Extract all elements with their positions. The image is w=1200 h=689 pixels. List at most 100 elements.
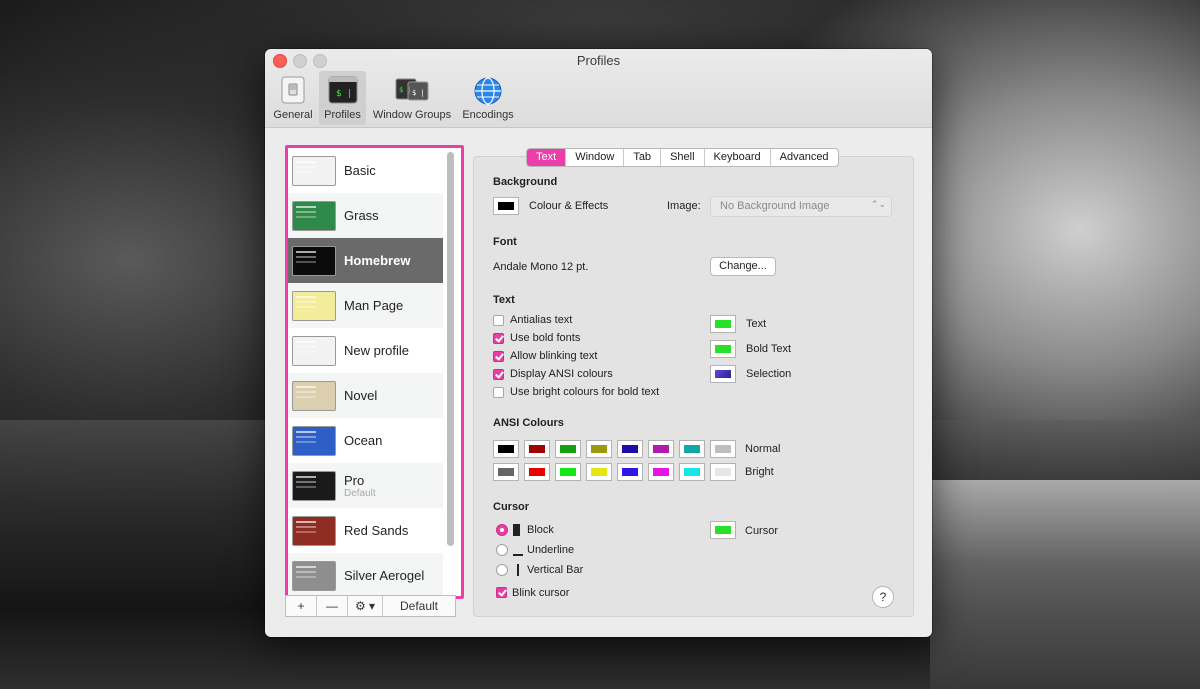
profile-thumbnail: [292, 515, 336, 546]
ansi-header: ANSI Colours: [493, 417, 564, 429]
tab-window[interactable]: Window: [566, 149, 625, 166]
vertical-bar-cursor-icon: [517, 564, 519, 576]
svg-text:$ |: $ |: [412, 89, 425, 97]
toolbar-encodings[interactable]: Encodings: [458, 71, 518, 125]
ansi-normal-color-well[interactable]: [555, 440, 581, 458]
block-cursor-icon: [513, 524, 520, 536]
bold-fonts-label: Use bold fonts: [510, 332, 581, 344]
font-value: Andale Mono 12 pt.: [493, 261, 589, 273]
profile-thumbnail: [292, 560, 336, 591]
ansi-bright-label: Bright: [745, 466, 774, 478]
profile-row[interactable]: Pro Default: [288, 463, 443, 508]
ansi-normal-color-well[interactable]: [524, 440, 550, 458]
toolbar-general[interactable]: General: [271, 71, 315, 125]
svg-text:$ |: $ |: [399, 86, 412, 94]
updown-chevron-icon: ⌃⌄: [870, 199, 886, 209]
profile-list[interactable]: Basic Grass Homebrew Man Page New profil…: [285, 145, 464, 599]
ansi-normal-label: Normal: [745, 443, 781, 455]
ansi-normal-color-well[interactable]: [493, 440, 519, 458]
background-header: Background: [493, 176, 558, 188]
ansi-normal-color-well[interactable]: [617, 440, 643, 458]
profiles-window: Profiles General $ | Profiles $ | $ | Wi…: [265, 49, 932, 637]
profile-row[interactable]: Basic: [288, 148, 443, 193]
tab-tab[interactable]: Tab: [624, 149, 662, 166]
ansi-bright-color-well[interactable]: [679, 463, 705, 481]
profile-default-badge: Default: [344, 487, 376, 499]
profile-row[interactable]: Ocean: [288, 418, 443, 463]
image-label: Image:: [667, 200, 701, 212]
ansi-bright-color-well[interactable]: [524, 463, 550, 481]
profile-thumbnail: [292, 425, 336, 456]
remove-profile-button[interactable]: —: [317, 596, 348, 616]
cursor-block-radio[interactable]: [496, 524, 508, 536]
blink-cursor-checkbox[interactable]: [496, 587, 507, 598]
text-color-label: Text: [746, 318, 767, 330]
text-header: Text: [493, 294, 515, 306]
text-color-well[interactable]: [710, 315, 736, 333]
help-button[interactable]: ?: [872, 586, 894, 608]
selection-color-well[interactable]: [710, 365, 736, 383]
bright-colours-label: Use bright colours for bold text: [510, 386, 660, 398]
ansi-bright-color-well[interactable]: [555, 463, 581, 481]
settings-tabs: Text Window Tab Shell Keyboard Advanced: [526, 148, 839, 167]
profile-row[interactable]: Novel: [288, 373, 443, 418]
blink-cursor-label: Blink cursor: [512, 587, 570, 599]
list-scrollbar[interactable]: [447, 152, 454, 546]
blinking-text-label: Allow blinking text: [510, 350, 598, 362]
profile-row-selected[interactable]: Homebrew: [288, 238, 443, 283]
toolbar-window-groups[interactable]: $ | $ | Window Groups: [369, 71, 455, 125]
bright-colours-checkbox[interactable]: [493, 387, 504, 398]
ansi-normal-color-well[interactable]: [679, 440, 705, 458]
ansi-normal-color-well[interactable]: [710, 440, 736, 458]
cursor-header: Cursor: [493, 501, 530, 513]
gear-menu-button[interactable]: ⚙ ▾: [348, 596, 383, 616]
profile-row[interactable]: New profile: [288, 328, 443, 373]
antialias-checkbox[interactable]: [493, 315, 504, 326]
ansi-normal-color-well[interactable]: [648, 440, 674, 458]
tab-shell[interactable]: Shell: [661, 149, 705, 166]
profile-row[interactable]: Grass: [288, 193, 443, 238]
tab-advanced[interactable]: Advanced: [771, 149, 838, 166]
background-image-popup[interactable]: No Background Image ⌃⌄: [710, 196, 892, 217]
default-button[interactable]: Default: [383, 596, 455, 616]
bold-fonts-checkbox[interactable]: [493, 333, 504, 344]
add-profile-button[interactable]: +: [286, 596, 317, 616]
profile-thumbnail: [292, 380, 336, 411]
profile-row[interactable]: Red Sands: [288, 508, 443, 553]
cursor-color-well[interactable]: [710, 521, 736, 539]
bold-text-color-well[interactable]: [710, 340, 736, 358]
switch-icon: [281, 76, 305, 104]
profile-thumbnail: [292, 335, 336, 366]
globe-icon: [474, 77, 502, 105]
font-header: Font: [493, 236, 517, 248]
ansi-bright-color-well[interactable]: [493, 463, 519, 481]
svg-text:$ |: $ |: [336, 89, 352, 99]
ansi-normal-color-well[interactable]: [586, 440, 612, 458]
tab-keyboard[interactable]: Keyboard: [705, 149, 771, 166]
profile-row[interactable]: Man Page: [288, 283, 443, 328]
profile-row[interactable]: Silver Aerogel: [288, 553, 443, 596]
ansi-bright-color-well[interactable]: [710, 463, 736, 481]
cursor-underline-radio[interactable]: [496, 544, 508, 556]
cursor-block-label: Block: [527, 524, 554, 536]
background-color-well[interactable]: [493, 197, 519, 215]
ansi-colours-label: Display ANSI colours: [510, 368, 613, 380]
cursor-vertical-bar-radio[interactable]: [496, 564, 508, 576]
bold-text-color-label: Bold Text: [746, 343, 792, 355]
profile-list-buttons: + — ⚙ ▾ Default: [285, 595, 456, 617]
cursor-underline-label: Underline: [527, 544, 575, 556]
toolbar-profiles[interactable]: $ | Profiles: [319, 71, 366, 125]
ansi-bright-color-well[interactable]: [617, 463, 643, 481]
tab-text[interactable]: Text: [527, 149, 567, 166]
shore-background: [930, 480, 1200, 689]
ansi-bright-color-well[interactable]: [648, 463, 674, 481]
blinking-text-checkbox[interactable]: [493, 351, 504, 362]
background-image-value: No Background Image: [720, 200, 830, 212]
colour-effects-label: Colour & Effects: [529, 200, 609, 212]
ansi-bright-color-well[interactable]: [586, 463, 612, 481]
ansi-colours-checkbox[interactable]: [493, 369, 504, 380]
antialias-label: Antialias text: [510, 314, 573, 326]
underline-cursor-icon: [513, 554, 523, 556]
change-font-button[interactable]: Change...: [710, 257, 776, 276]
terminal-icon: $ |: [328, 76, 357, 104]
